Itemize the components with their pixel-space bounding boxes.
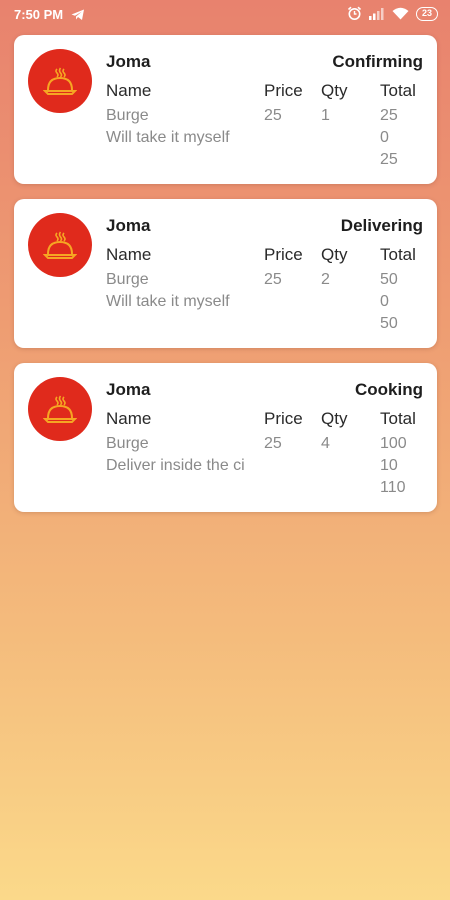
header-qty: Qty [321, 81, 348, 100]
delivery-option: Deliver inside the ci [106, 457, 245, 474]
item-name: Burge [106, 271, 149, 288]
delivery-fee: 0 [380, 129, 389, 146]
order-card[interactable]: Joma Confirming Name Price Qty Total Bur… [14, 35, 437, 184]
telegram-icon [71, 9, 85, 21]
header-name: Name [106, 81, 152, 100]
item-qty: 2 [321, 271, 330, 288]
shop-avatar [28, 49, 92, 113]
status-bar: 7:50 PM 23 [0, 0, 450, 30]
header-total: Total [380, 409, 416, 428]
delivery-option: Will take it myself [106, 293, 230, 310]
header-total: Total [380, 245, 416, 264]
grand-total: 110 [380, 479, 406, 496]
grand-total: 50 [380, 315, 398, 332]
status-right: 23 [347, 6, 438, 21]
item-qty: 4 [321, 435, 330, 452]
order-status: Delivering [340, 216, 423, 235]
header-price: Price [264, 81, 303, 100]
item-name: Burge [106, 435, 149, 452]
item-subtotal: 50 [380, 271, 398, 288]
item-price: 25 [264, 271, 282, 288]
alarm-icon [347, 6, 362, 21]
header-name: Name [106, 245, 152, 264]
order-list: Joma Confirming Name Price Qty Total Bur… [14, 35, 437, 527]
item-subtotal: 100 [380, 435, 407, 452]
shop-avatar [28, 213, 92, 277]
header-qty: Qty [321, 409, 348, 428]
status-left: 7:50 PM [14, 7, 85, 22]
shop-name: Joma [106, 380, 151, 399]
item-qty: 1 [321, 107, 330, 124]
signal-icon [368, 7, 385, 20]
item-price: 25 [264, 435, 282, 452]
delivery-fee: 0 [380, 293, 389, 310]
wifi-icon [392, 7, 409, 20]
battery-icon: 23 [415, 6, 438, 21]
food-cloche-icon [43, 67, 77, 95]
header-qty: Qty [321, 245, 348, 264]
order-status: Confirming [332, 52, 423, 71]
header-total: Total [380, 81, 416, 100]
food-cloche-icon [43, 395, 77, 423]
item-name: Burge [106, 107, 149, 124]
delivery-option: Will take it myself [106, 129, 230, 146]
shop-name: Joma [106, 216, 151, 235]
grand-total: 25 [380, 151, 398, 168]
header-price: Price [264, 245, 303, 264]
order-card[interactable]: Joma Delivering Name Price Qty Total Bur… [14, 199, 437, 348]
shop-avatar [28, 377, 92, 441]
header-name: Name [106, 409, 152, 428]
item-subtotal: 25 [380, 107, 398, 124]
status-time: 7:50 PM [14, 7, 64, 22]
header-price: Price [264, 409, 303, 428]
delivery-fee: 10 [380, 457, 398, 474]
order-status: Cooking [355, 380, 423, 399]
order-card[interactable]: Joma Cooking Name Price Qty Total Burge … [14, 363, 437, 512]
food-cloche-icon [43, 231, 77, 259]
item-price: 25 [264, 107, 282, 124]
shop-name: Joma [106, 52, 151, 71]
